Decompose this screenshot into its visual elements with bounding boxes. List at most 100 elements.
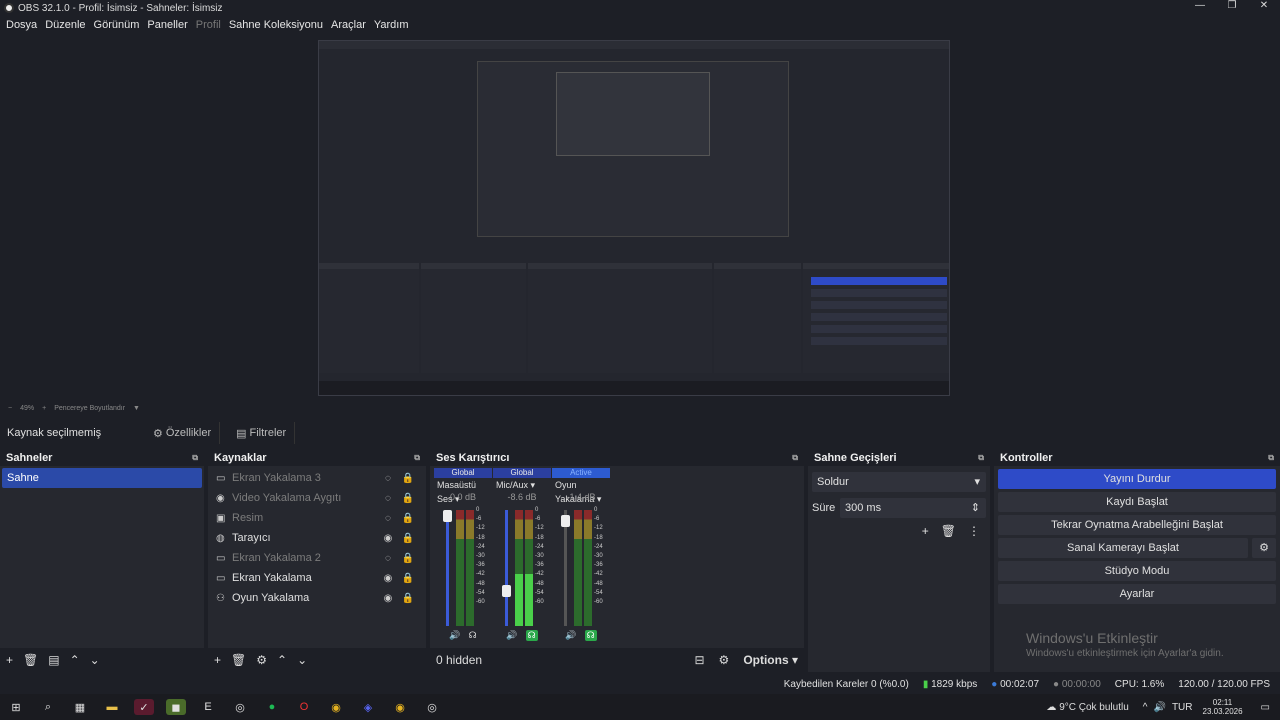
eye-icon[interactable]: ◉: [378, 593, 398, 604]
source-row[interactable]: ◍ Tarayıcı ◉ 🔒: [208, 528, 426, 548]
language[interactable]: TUR: [1172, 702, 1193, 713]
eye-hidden-icon[interactable]: ◌: [378, 493, 398, 504]
transition-select[interactable]: Soldur ▾: [812, 472, 986, 492]
duration-input[interactable]: 300 ms ⇕: [840, 498, 986, 518]
search-icon[interactable]: ⌕: [38, 699, 58, 715]
chrome-icon[interactable]: ◉: [326, 699, 346, 715]
gear-icon[interactable]: ⚙: [256, 653, 267, 667]
channel-device[interactable]: Masaüstü Ses ▾: [434, 478, 492, 504]
weather[interactable]: ☁ 9°C Çok bulutlu: [1046, 702, 1128, 713]
epic-games-icon[interactable]: E: [198, 699, 218, 715]
obs-icon[interactable]: ◎: [422, 699, 442, 715]
headphones-icon[interactable]: ☊: [525, 630, 538, 641]
settings-button[interactable]: Ayarlar: [998, 584, 1276, 604]
close-icon[interactable]: ✕: [1248, 0, 1280, 11]
filters-button[interactable]: ▤ Filtreler: [228, 422, 296, 444]
menu-help[interactable]: Yardım: [374, 19, 409, 31]
trash-icon[interactable]: 🗑: [941, 524, 956, 538]
preview-canvas[interactable]: [318, 40, 950, 396]
options-button[interactable]: Options ▾: [743, 653, 798, 667]
clock[interactable]: 02:11 23.03.2026: [1203, 698, 1243, 716]
start-recording-button[interactable]: Kaydı Başlat: [998, 492, 1276, 512]
hidden-count[interactable]: 0 hidden: [436, 653, 482, 667]
source-row[interactable]: ◉ Video Yakalama Aygıtı ◌ 🔒: [208, 488, 426, 508]
channel-device[interactable]: Mic/Aux ▾: [493, 478, 551, 492]
menu-edit[interactable]: Düzenle: [45, 19, 85, 31]
add-icon[interactable]: +: [214, 653, 221, 667]
lock-icon[interactable]: 🔒: [398, 593, 418, 604]
move-up-icon[interactable]: ⌃: [70, 653, 80, 667]
tray-chevron-icon[interactable]: ^: [1143, 702, 1148, 713]
speaker-icon[interactable]: 🔊: [506, 630, 517, 641]
dock-icon[interactable]: ⧉: [978, 453, 984, 463]
add-icon[interactable]: +: [6, 653, 13, 667]
stop-streaming-button[interactable]: Yayını Durdur: [998, 469, 1276, 489]
lock-icon[interactable]: 🔒: [398, 573, 418, 584]
menu-view[interactable]: Görünüm: [94, 19, 140, 31]
replay-buffer-button[interactable]: Tekrar Oynatma Arabelleğini Başlat: [998, 515, 1276, 535]
monitor-off-icon[interactable]: ☊: [469, 630, 477, 641]
eye-icon[interactable]: ◉: [378, 533, 398, 544]
more-icon[interactable]: ⋮: [968, 524, 980, 538]
advanced-audio-icon[interactable]: ⚙: [719, 653, 730, 667]
spotify-icon[interactable]: ●: [262, 699, 282, 715]
move-down-icon[interactable]: ⌄: [297, 653, 307, 667]
source-row[interactable]: ▭ Ekran Yakalama 3 ◌ 🔒: [208, 468, 426, 488]
channel-device[interactable]: Oyun Yakalama ▾: [552, 478, 610, 504]
add-icon[interactable]: +: [922, 524, 929, 538]
trash-icon[interactable]: 🗑: [23, 653, 38, 667]
eye-hidden-icon[interactable]: ◌: [378, 473, 398, 484]
restore-icon[interactable]: ❐: [1216, 0, 1248, 11]
move-up-icon[interactable]: ⌃: [277, 653, 287, 667]
volume-slider[interactable]: [564, 510, 567, 626]
lock-icon[interactable]: 🔒: [398, 553, 418, 564]
gear-icon[interactable]: ⚙: [1252, 538, 1276, 558]
move-down-icon[interactable]: ⌄: [90, 653, 100, 667]
volume-knob[interactable]: [561, 515, 570, 528]
speaker-icon[interactable]: 🔊: [449, 630, 460, 641]
menu-docks[interactable]: Paneller: [147, 19, 187, 31]
headphones-icon[interactable]: ☊: [584, 630, 597, 641]
eye-hidden-icon[interactable]: ◌: [378, 513, 398, 524]
minecraft-icon[interactable]: ◼: [166, 699, 186, 715]
menu-tools[interactable]: Araçlar: [331, 19, 366, 31]
volume-knob[interactable]: [443, 510, 452, 522]
dock-icon[interactable]: ⧉: [1268, 453, 1274, 463]
zoom-out-icon[interactable]: −: [8, 405, 12, 412]
trash-icon[interactable]: 🗑: [231, 653, 246, 667]
menu-file[interactable]: Dosya: [6, 19, 37, 31]
filter-icon[interactable]: ▤: [48, 653, 59, 667]
speaker-icon[interactable]: 🔊: [565, 630, 576, 641]
menu-scene-collection[interactable]: Sahne Koleksiyonu: [229, 19, 323, 31]
zoom-in-icon[interactable]: +: [42, 405, 46, 412]
dock-icon[interactable]: ⧉: [414, 453, 420, 463]
lock-icon[interactable]: 🔒: [398, 533, 418, 544]
spinner-icon[interactable]: ⇕: [971, 498, 980, 518]
scene-item[interactable]: Sahne: [2, 468, 202, 488]
notifications-icon[interactable]: ▭: [1261, 702, 1270, 713]
volume-knob[interactable]: [502, 584, 511, 597]
studio-mode-button[interactable]: Stüdyo Modu: [998, 561, 1276, 581]
source-row[interactable]: ▣ Resim ◌ 🔒: [208, 508, 426, 528]
volume-icon[interactable]: 🔊: [1153, 702, 1165, 713]
volume-slider[interactable]: [505, 510, 508, 626]
lock-icon[interactable]: 🔒: [398, 513, 418, 524]
dock-icon[interactable]: ⧉: [192, 453, 198, 463]
source-row[interactable]: ▭ Ekran Yakalama 2 ◌ 🔒: [208, 548, 426, 568]
volume-slider[interactable]: [446, 510, 449, 626]
source-row[interactable]: ▭ Ekran Yakalama ◉ 🔒: [208, 568, 426, 588]
file-explorer-icon[interactable]: ▬: [102, 699, 122, 715]
chevron-down-icon[interactable]: ▼: [133, 405, 140, 412]
virtual-camera-button[interactable]: Sanal Kamerayı Başlat: [998, 538, 1248, 558]
lock-icon[interactable]: 🔒: [398, 493, 418, 504]
task-view-icon[interactable]: ▦: [70, 699, 90, 715]
properties-button[interactable]: ⚙ Özellikler: [145, 422, 221, 444]
eye-icon[interactable]: ◉: [378, 573, 398, 584]
minimize-icon[interactable]: —: [1184, 0, 1216, 11]
windows-start-icon[interactable]: ⊞: [6, 699, 26, 715]
opera-icon[interactable]: O: [294, 699, 314, 715]
source-row[interactable]: ⚇ Oyun Yakalama ◉ 🔒: [208, 588, 426, 608]
preview-area[interactable]: [0, 34, 1280, 400]
app-icon[interactable]: ✓: [134, 699, 154, 715]
menu-profile[interactable]: Profil: [196, 19, 221, 31]
